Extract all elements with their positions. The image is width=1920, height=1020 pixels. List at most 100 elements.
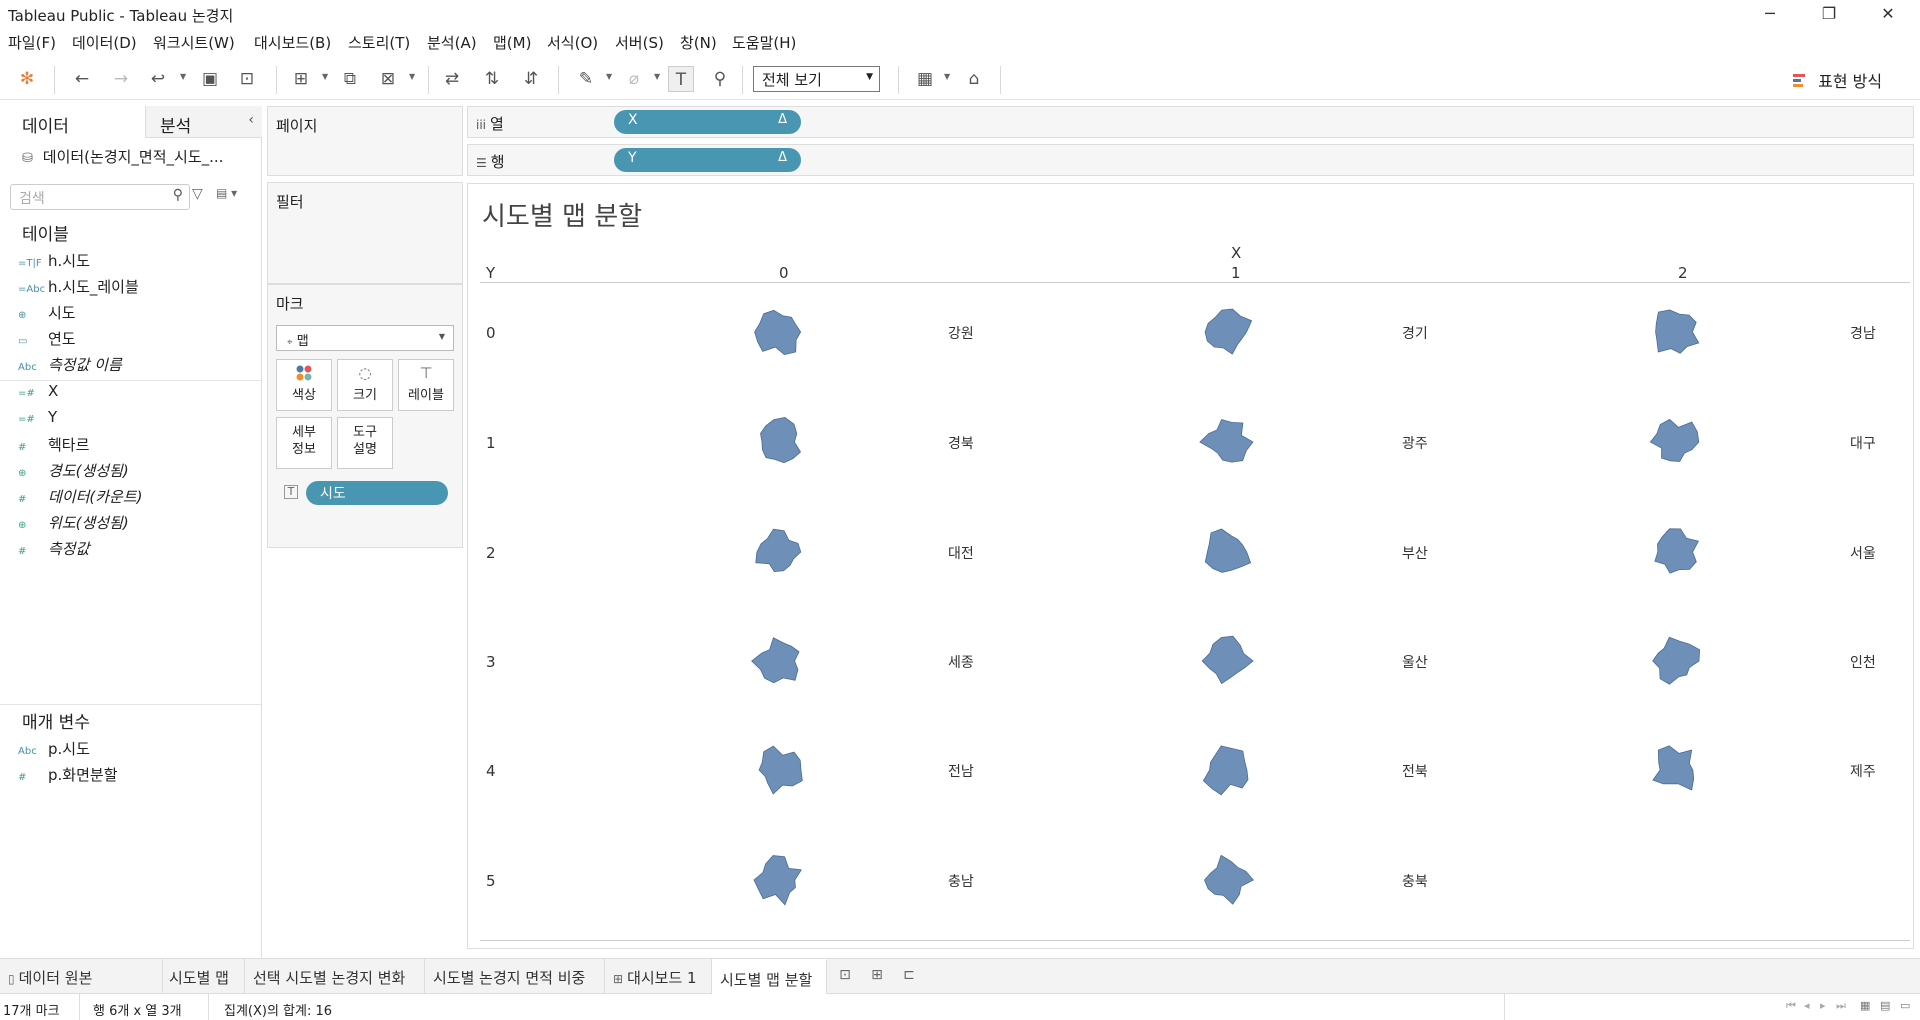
region-mark[interactable]: 충북 xyxy=(1197,850,1428,910)
new-worksheet-icon[interactable]: ⊞ xyxy=(288,66,314,92)
new-worksheet-dropdown-icon[interactable]: ▼ xyxy=(322,72,328,81)
region-mark[interactable]: 대구 xyxy=(1645,412,1876,472)
region-mark[interactable]: 경기 xyxy=(1197,302,1428,362)
restore-icon[interactable]: ❐ xyxy=(1805,2,1853,26)
clear-dropdown-icon[interactable]: ▼ xyxy=(409,72,415,81)
collapse-icon[interactable]: ‹ xyxy=(248,112,254,128)
viz-canvas[interactable]: 시도별 맵 분할 X Y 0 1 2 0 1 2 3 4 5 강원 경기 경남 경북 광주 대구 대전… xyxy=(467,183,1914,949)
region-mark[interactable]: 광주 xyxy=(1197,412,1428,472)
save-icon[interactable]: ▣ xyxy=(197,66,223,92)
show-me-button[interactable]: 표현 방식 xyxy=(1793,68,1882,92)
next-page-icon[interactable]: ▸ xyxy=(1820,999,1826,1012)
highlight-dropdown-icon[interactable]: ▼ xyxy=(606,72,612,81)
label-button[interactable]: ⊤ 레이블 xyxy=(398,359,454,411)
field-hectare[interactable]: # 헥타르 xyxy=(18,434,89,456)
marks-pill-sido[interactable]: 시도 xyxy=(306,481,448,505)
swap-icon[interactable]: ⇄ xyxy=(439,66,465,92)
pin-icon[interactable]: ⚲ xyxy=(707,66,733,92)
undo-icon[interactable]: ← xyxy=(69,66,95,92)
tab-analysis[interactable]: 분석 ‹ xyxy=(145,106,262,138)
region-mark[interactable]: 부산 xyxy=(1197,522,1428,582)
tab-sido-map[interactable]: 시도별 맵 xyxy=(163,959,245,994)
datasource-item[interactable]: ⛁ 데이터(논경지_면적_시도_... xyxy=(22,146,223,167)
show-cards-dropdown-icon[interactable]: ▼ xyxy=(944,72,950,81)
region-mark[interactable]: 전남 xyxy=(749,740,974,800)
tab-sido-area-share[interactable]: 시도별 논경지 면적 비중 xyxy=(425,959,605,994)
replay-dropdown-icon[interactable]: ▼ xyxy=(180,72,186,81)
field-y[interactable]: =# Y xyxy=(18,408,57,430)
menu-dashboard[interactable]: 대시보드(B) xyxy=(254,32,331,53)
tableau-logo-icon[interactable]: ✻ xyxy=(14,66,40,92)
columns-pill-x[interactable]: X Δ xyxy=(614,110,801,134)
menu-file[interactable]: 파일(F) xyxy=(8,32,56,53)
field-h-sido-label[interactable]: =Abc h.시도_레이블 xyxy=(18,276,139,298)
minimize-icon[interactable]: ─ xyxy=(1746,2,1794,26)
group-dropdown-icon[interactable]: ▼ xyxy=(654,72,660,81)
show-cards-icon[interactable]: ▦ xyxy=(912,66,938,92)
param-p-sido[interactable]: Abc p.시도 xyxy=(18,738,90,760)
tab-selected-sido-change[interactable]: 선택 시도별 논경지 변화 xyxy=(245,959,425,994)
field-latitude[interactable]: ⊕ 위도(생성됨) xyxy=(18,512,129,534)
field-x[interactable]: =# X xyxy=(18,382,58,404)
region-mark[interactable]: 울산 xyxy=(1197,631,1428,691)
menu-analysis[interactable]: 분석(A) xyxy=(427,32,477,53)
tab-dashboard-1[interactable]: ⊞ 대시보드 1 xyxy=(605,959,712,994)
pages-card[interactable]: 페이지 xyxy=(267,106,463,176)
highlight-icon[interactable]: ✎ xyxy=(573,66,599,92)
size-button[interactable]: ◌ 크기 xyxy=(337,359,393,411)
region-mark[interactable]: 제주 xyxy=(1645,740,1876,800)
view-options-icon[interactable]: ▤ ▾ xyxy=(216,186,237,200)
rows-pill-y[interactable]: Y Δ xyxy=(614,148,801,172)
grid-view-icon[interactable]: ▦ xyxy=(1860,999,1870,1012)
region-mark[interactable]: 강원 xyxy=(749,302,974,362)
duplicate-icon[interactable]: ⧉ xyxy=(337,66,363,92)
new-worksheet-icon[interactable]: ⊡ xyxy=(834,967,856,987)
detail-button[interactable]: 세부 정보 xyxy=(276,417,332,469)
field-longitude[interactable]: ⊕ 경도(생성됨) xyxy=(18,460,129,482)
redo-icon[interactable]: → xyxy=(108,66,134,92)
presentation-mode-icon[interactable]: ⌂ xyxy=(961,66,987,92)
mark-type-select[interactable]: ⌖ 맵 ▼ xyxy=(276,325,454,351)
search-input[interactable]: 검색 ⚲ xyxy=(10,184,190,210)
fit-select[interactable]: 전체 보기 ▼ xyxy=(753,66,880,92)
show-labels-icon[interactable]: T xyxy=(668,66,694,92)
rows-shelf[interactable]: ☰ 행 Y Δ xyxy=(467,144,1914,176)
new-story-icon[interactable]: ⊏ xyxy=(898,967,920,987)
menu-story[interactable]: 스토리(T) xyxy=(348,32,410,53)
region-mark[interactable]: 인천 xyxy=(1645,631,1876,691)
menu-map[interactable]: 맵(M) xyxy=(493,32,531,53)
last-page-icon[interactable]: ⏭ xyxy=(1836,999,1846,1013)
group-icon[interactable]: ⌀ xyxy=(621,66,647,92)
tab-data-source[interactable]: ▯ 데이터 원본 xyxy=(0,959,163,994)
field-year[interactable]: ▭ 연도 xyxy=(18,328,76,350)
region-mark[interactable]: 대전 xyxy=(749,522,974,582)
field-measure-values[interactable]: # 측정값 xyxy=(18,538,89,560)
menu-worksheet[interactable]: 워크시트(W) xyxy=(153,32,235,53)
field-measure-names[interactable]: Abc 측정값 이름 xyxy=(18,354,122,376)
field-data-count[interactable]: # 데이터(카운트) xyxy=(18,486,143,508)
menu-format[interactable]: 서식(O) xyxy=(547,32,598,53)
color-button[interactable]: 색상 xyxy=(276,359,332,411)
region-mark[interactable]: 전북 xyxy=(1197,740,1428,800)
menu-server[interactable]: 서버(S) xyxy=(615,32,664,53)
clear-sheet-icon[interactable]: ⊠ xyxy=(375,66,401,92)
sort-ascending-icon[interactable]: ⇅ xyxy=(479,66,505,92)
sort-descending-icon[interactable]: ⇵ xyxy=(518,66,544,92)
region-mark[interactable]: 경남 xyxy=(1645,302,1876,362)
add-datasource-icon[interactable]: ⊡ xyxy=(234,66,260,92)
close-icon[interactable]: ✕ xyxy=(1864,2,1912,26)
region-mark[interactable]: 충남 xyxy=(749,850,974,910)
field-sido[interactable]: ⊕ 시도 xyxy=(18,302,76,324)
columns-shelf[interactable]: iii 열 X Δ xyxy=(467,106,1914,138)
first-page-icon[interactable]: ⏮ xyxy=(1786,999,1796,1013)
param-p-split[interactable]: # p.화면분할 xyxy=(18,764,118,786)
filmstrip-view-icon[interactable]: ▤ xyxy=(1880,999,1890,1012)
tooltip-button[interactable]: 도구 설명 xyxy=(337,417,393,469)
filters-card[interactable]: 필터 xyxy=(267,182,463,284)
field-h-sido[interactable]: =T|F h.시도 xyxy=(18,250,90,272)
filter-icon[interactable]: ▽ xyxy=(192,186,203,202)
tab-data[interactable]: 데이터 xyxy=(0,106,145,138)
menu-data[interactable]: 데이터(D) xyxy=(72,32,137,53)
region-mark[interactable]: 세종 xyxy=(749,631,974,691)
menu-window[interactable]: 창(N) xyxy=(680,32,717,53)
